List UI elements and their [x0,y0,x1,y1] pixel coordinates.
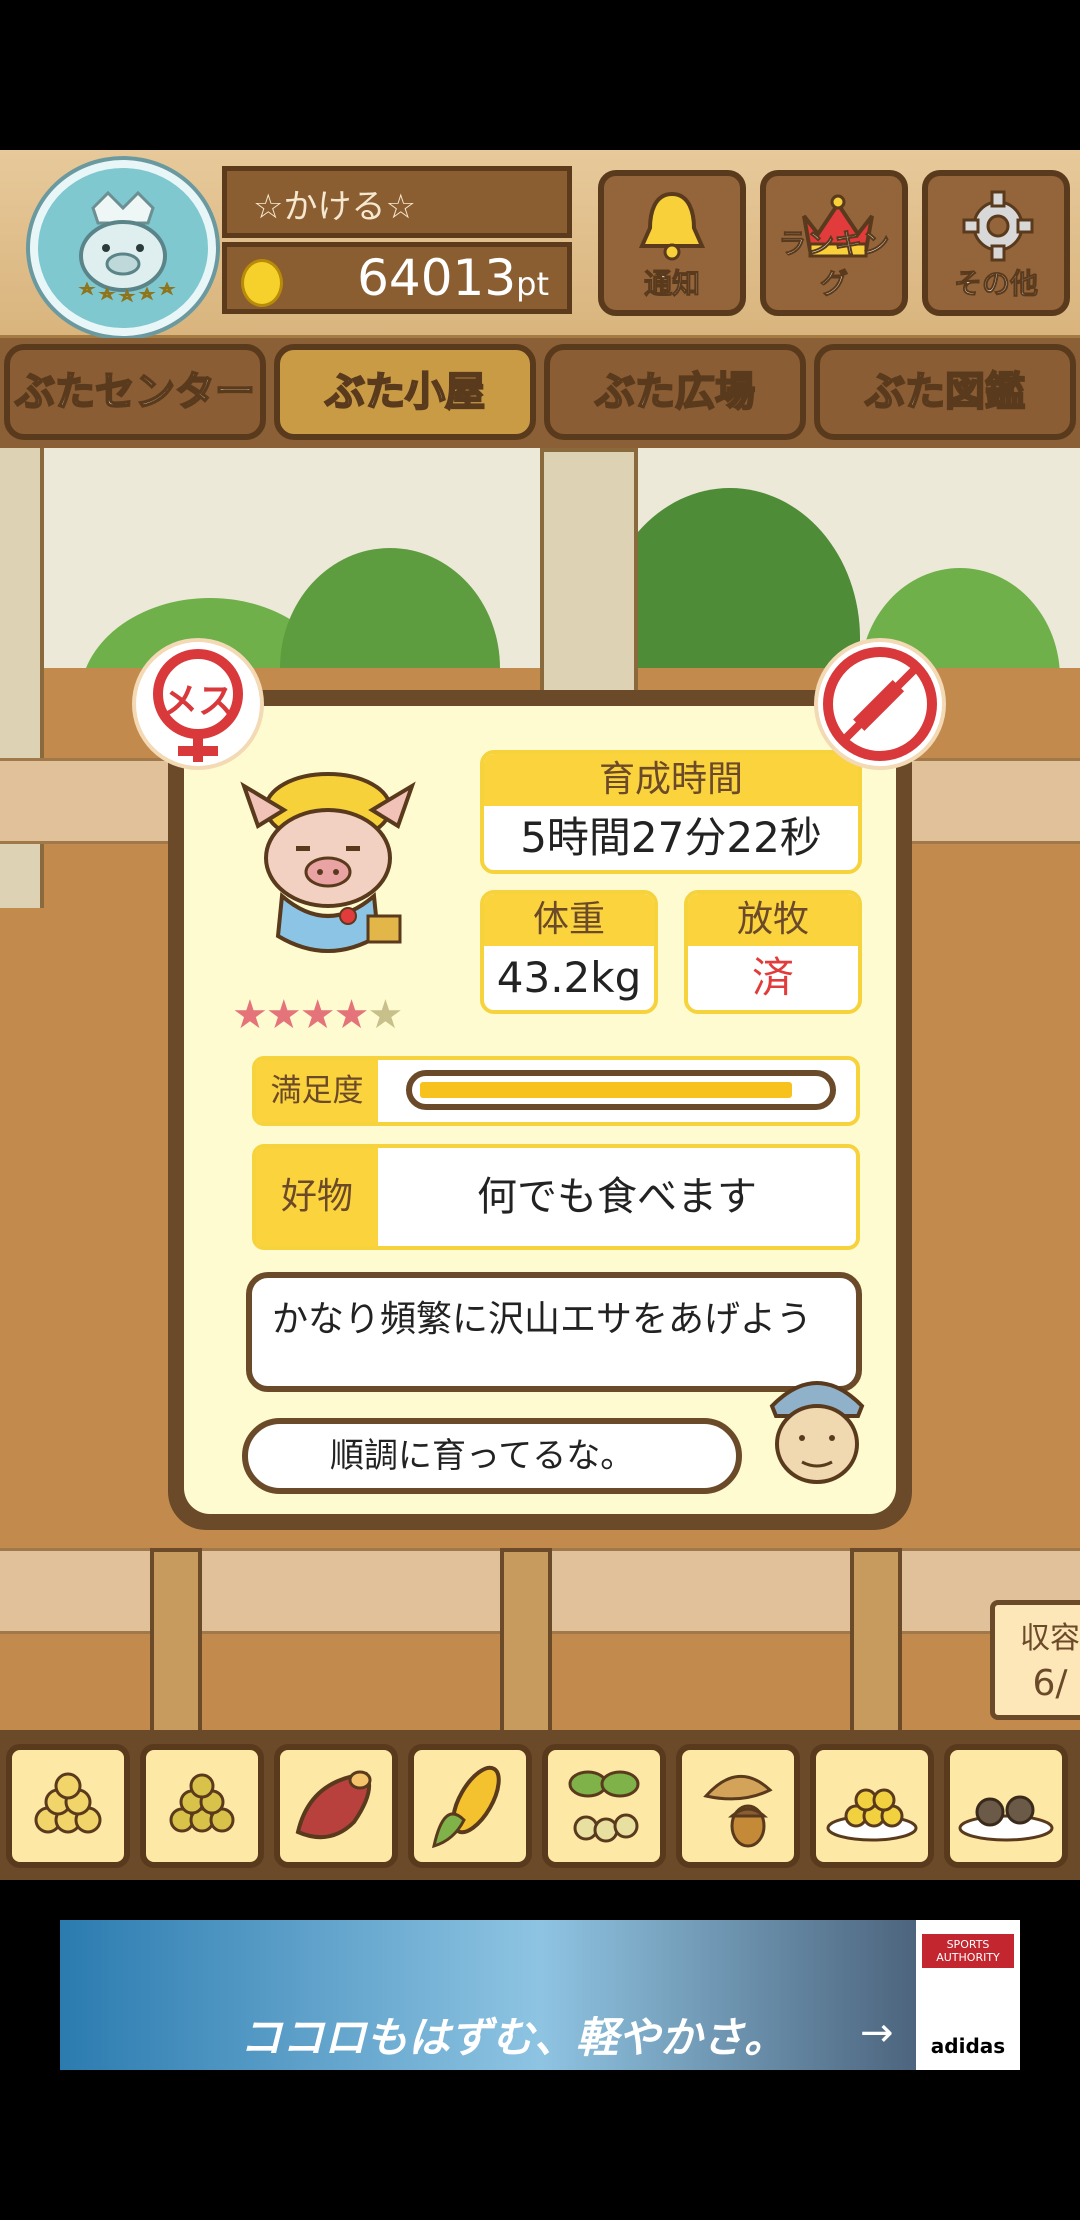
food-slot-beans-plate[interactable] [810,1744,934,1868]
acorn-icon [703,1775,773,1848]
food-slot-acorn[interactable] [676,1744,800,1868]
rating-stars-filled: ★★★★ [232,992,369,1038]
food-slot-sweet-potato[interactable] [274,1744,398,1868]
raising-time-box: 育成時間 5時間27分22秒 [480,750,862,874]
fence-post [500,1548,552,1756]
capacity-sign[interactable]: 収容 6/ [990,1600,1080,1720]
tab-pig-hut[interactable]: ぶた小屋 [274,344,536,440]
fence-post [150,1548,202,1756]
tab-pig-center[interactable]: ぶたセンター [4,344,266,440]
pig-crown-emblem-icon [78,190,176,303]
weight-label: 体重 [484,894,654,946]
grazing-label: 放牧 [688,894,858,946]
gear-icon [962,190,1034,262]
food-slot-beans[interactable] [140,1744,264,1868]
points-box: 64013pt [222,242,572,314]
food-slot-dumplings-plate[interactable] [944,1744,1068,1868]
food-slot-corn[interactable] [408,1744,532,1868]
no-injection-icon [823,647,937,761]
grazing-box: 放牧 済 [684,890,862,1014]
advice-text: かなり頻繁に沢山エサをあげよう [272,1299,813,1340]
ad-brand-bottom: adidas [930,2034,1006,2058]
food-slot-soybeans[interactable] [6,1744,130,1868]
beans-plate-icon [826,1788,918,1842]
points-value: 64013pt [357,249,549,307]
gender-label: メス [161,681,234,722]
weight-value: 43.2kg [496,953,642,1002]
pig-character-icon [240,772,416,953]
rank-emblem[interactable] [30,160,216,336]
tab-pig-plaza[interactable]: ぶた広場 [544,344,806,440]
food-slot-plant[interactable] [542,1744,666,1868]
capacity-value: 6/ [1032,1663,1068,1704]
ad-brand-panel: SPORTS AUTHORITY adidas [916,1920,1020,2070]
favorite-food-row: 好物 何でも食べます [252,1144,860,1250]
capacity-label: 収容 [1020,1621,1080,1656]
comment-text: 順調に育ってるな。 [330,1436,635,1476]
dumplings-plate-icon [958,1795,1054,1842]
beans-icon [169,1773,235,1833]
raising-time-value: 5時間27分22秒 [520,813,822,862]
ad-headline: ココロもはずむ、軽やかさ。 [240,2013,787,2062]
status-bar [0,0,1080,150]
raising-time-label: 育成時間 [484,754,858,806]
ad-banner[interactable]: ココロもはずむ、軽やかさ。 → SPORTS AUTHORITY adidas [60,1920,1020,2070]
satisfaction-bar [406,1070,836,1110]
notification-button[interactable]: 通知 [598,170,746,316]
fence-post [850,1548,902,1756]
ranking-button[interactable]: ランキング [760,170,908,316]
farmer-face-icon [769,1381,865,1484]
plant-icon [568,1770,640,1843]
coin-icon [241,259,283,307]
favorite-value: 何でも食べます [477,1174,757,1220]
ad-arrow-icon: → [860,2010,894,2056]
satisfaction-label: 満足度 [256,1060,378,1122]
comment-speech-bubble: 順調に育ってるな。 [242,1418,742,1494]
corn-icon [431,1765,501,1849]
gender-badge: メス [136,642,260,766]
other-button[interactable]: その他 [922,170,1070,316]
soybeans-icon [34,1772,102,1834]
satisfaction-row: 満足度 [252,1056,860,1126]
pig-status-card-body: ★★★★★ 育成時間 5時間27分22秒 体重 43.2kg 放牧 済 満足度 … [184,706,896,1514]
rating-stars: ★★★★★ [232,992,403,1038]
pig-status-card: ★★★★★ 育成時間 5時間27分22秒 体重 43.2kg 放牧 済 満足度 … [168,690,912,1530]
username-box: ☆かける☆ [222,166,572,238]
rating-stars-empty: ★ [367,992,403,1038]
satisfaction-bar-fill [420,1082,792,1098]
grazing-value: 済 [751,953,794,1002]
weight-box: 体重 43.2kg [480,890,658,1014]
sweet-potato-icon [295,1770,372,1840]
vaccine-status-badge [818,642,942,766]
bell-icon [638,191,706,261]
ad-brand-top: SPORTS AUTHORITY [922,1934,1014,1968]
tab-pig-encyclopedia[interactable]: ぶた図鑑 [814,344,1076,440]
favorite-label: 好物 [256,1148,378,1246]
